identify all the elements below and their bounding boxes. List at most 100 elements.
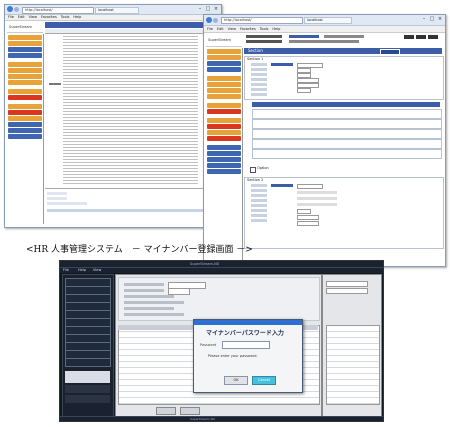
sidebar-item[interactable]	[8, 122, 42, 127]
nav-tree[interactable]	[65, 385, 110, 393]
table-row[interactable]	[252, 119, 442, 129]
menu-view[interactable]: View	[228, 26, 236, 32]
sidebar-item[interactable]	[207, 157, 241, 162]
sidebar-item[interactable]	[207, 136, 241, 141]
footer-button[interactable]	[180, 407, 200, 415]
toolbar-button[interactable]	[428, 35, 438, 39]
form-field[interactable]	[297, 203, 337, 206]
form-field[interactable]	[326, 288, 368, 294]
form-field[interactable]	[297, 184, 323, 189]
sidebar-item[interactable]	[8, 35, 42, 40]
sidebar-item[interactable]	[8, 53, 42, 58]
address-bar[interactable]: http://localhost/	[221, 17, 303, 24]
sidebar-item[interactable]	[8, 47, 42, 52]
sidebar-item[interactable]	[8, 110, 42, 115]
sidebar-item[interactable]	[207, 76, 241, 81]
menu-favorites[interactable]: Favorites	[41, 15, 57, 20]
sidebar-item[interactable]	[8, 89, 42, 94]
data-grid[interactable]	[326, 325, 380, 405]
sidebar-item[interactable]	[8, 41, 42, 46]
maximize-icon[interactable]: □	[204, 6, 212, 12]
toolbar-button[interactable]	[416, 35, 426, 39]
menu-view[interactable]: View	[29, 15, 37, 20]
cancel-button[interactable]: Cancel	[252, 376, 276, 385]
sidebar-item[interactable]	[207, 88, 241, 93]
sidebar-item[interactable]	[207, 49, 241, 54]
sidebar-item[interactable]	[8, 104, 42, 109]
back-icon[interactable]	[7, 6, 13, 12]
menu-help[interactable]: Help	[78, 268, 86, 273]
sidebar-item[interactable]	[207, 61, 241, 66]
menu-file[interactable]: File	[8, 15, 14, 20]
sidebar-item[interactable]	[207, 151, 241, 156]
document-text	[63, 36, 198, 184]
form-field[interactable]	[297, 88, 311, 93]
sidebar-item[interactable]	[207, 103, 241, 108]
sidebar-item[interactable]	[8, 74, 42, 79]
forward-icon[interactable]	[14, 7, 19, 12]
header-action-button[interactable]	[380, 49, 400, 55]
sidebar-item[interactable]	[8, 128, 42, 133]
table-row[interactable]	[252, 139, 442, 149]
sidebar-item[interactable]	[8, 80, 42, 85]
sidebar-item[interactable]	[207, 67, 241, 72]
menu-file[interactable]: File	[207, 26, 213, 32]
menu-help[interactable]: Help	[73, 15, 81, 20]
address-bar[interactable]: http://localhost/	[22, 7, 94, 14]
form-field[interactable]	[297, 209, 311, 214]
minimize-icon[interactable]: –	[420, 16, 428, 22]
password-input[interactable]	[222, 341, 270, 349]
ok-button[interactable]: OK	[224, 376, 248, 385]
minimize-icon[interactable]: –	[196, 6, 204, 12]
table-row[interactable]	[252, 149, 442, 159]
sidebar-item[interactable]	[8, 68, 42, 73]
toolbar-button[interactable]	[404, 35, 414, 39]
sidebar-item[interactable]	[8, 116, 42, 121]
close-icon[interactable]: ×	[436, 16, 444, 22]
caption: <HR 人事管理システム － マイナンバー登録画面 －>	[26, 245, 253, 255]
menu-favorites[interactable]: Favorites	[240, 26, 256, 32]
menu-help[interactable]: Help	[272, 26, 280, 32]
nav-tree[interactable]	[65, 371, 110, 383]
form-field[interactable]	[326, 281, 368, 287]
sidebar-item[interactable]	[207, 109, 241, 114]
sidebar-item[interactable]	[207, 163, 241, 168]
sidebar-item[interactable]	[207, 145, 241, 150]
form-field[interactable]	[297, 221, 319, 226]
browser-tab[interactable]: localhost	[95, 7, 139, 14]
back-icon[interactable]	[206, 17, 212, 23]
sidebar-item[interactable]	[8, 134, 42, 139]
sidebar-item[interactable]	[8, 62, 42, 67]
footer-button[interactable]	[156, 407, 176, 415]
menu-tools[interactable]: Tools	[61, 15, 70, 20]
close-icon[interactable]: ×	[212, 6, 220, 12]
menu-edit[interactable]: Edit	[217, 26, 224, 32]
sidebar-item[interactable]	[207, 82, 241, 87]
menu-view[interactable]: View	[93, 268, 101, 273]
form-field[interactable]	[271, 184, 293, 187]
form-field[interactable]	[297, 197, 337, 200]
maximize-icon[interactable]: □	[428, 16, 436, 22]
form-field[interactable]	[271, 63, 293, 66]
menu-tools[interactable]: Tools	[260, 26, 269, 32]
sidebar-item[interactable]	[207, 118, 241, 123]
sidebar-item[interactable]	[207, 55, 241, 60]
option-checkbox[interactable]	[250, 167, 256, 173]
sidebar-item[interactable]	[207, 94, 241, 99]
sidebar-item[interactable]	[207, 130, 241, 135]
table-row[interactable]	[252, 129, 442, 139]
sidebar-item[interactable]	[8, 95, 42, 100]
table-row[interactable]	[252, 109, 442, 119]
nav-button[interactable]	[65, 358, 111, 367]
menu-edit[interactable]: Edit	[18, 15, 25, 20]
form-field[interactable]	[168, 288, 190, 295]
sidebar-item[interactable]	[207, 124, 241, 129]
menu-file[interactable]: File	[63, 268, 69, 273]
sidebar-item[interactable]	[207, 169, 241, 174]
forward-icon[interactable]	[213, 18, 218, 23]
form-field[interactable]	[297, 215, 319, 220]
browser-tab[interactable]: localhost	[304, 17, 352, 24]
right-column	[322, 274, 382, 418]
nav-tree[interactable]	[65, 395, 110, 403]
form-field[interactable]	[297, 191, 337, 194]
